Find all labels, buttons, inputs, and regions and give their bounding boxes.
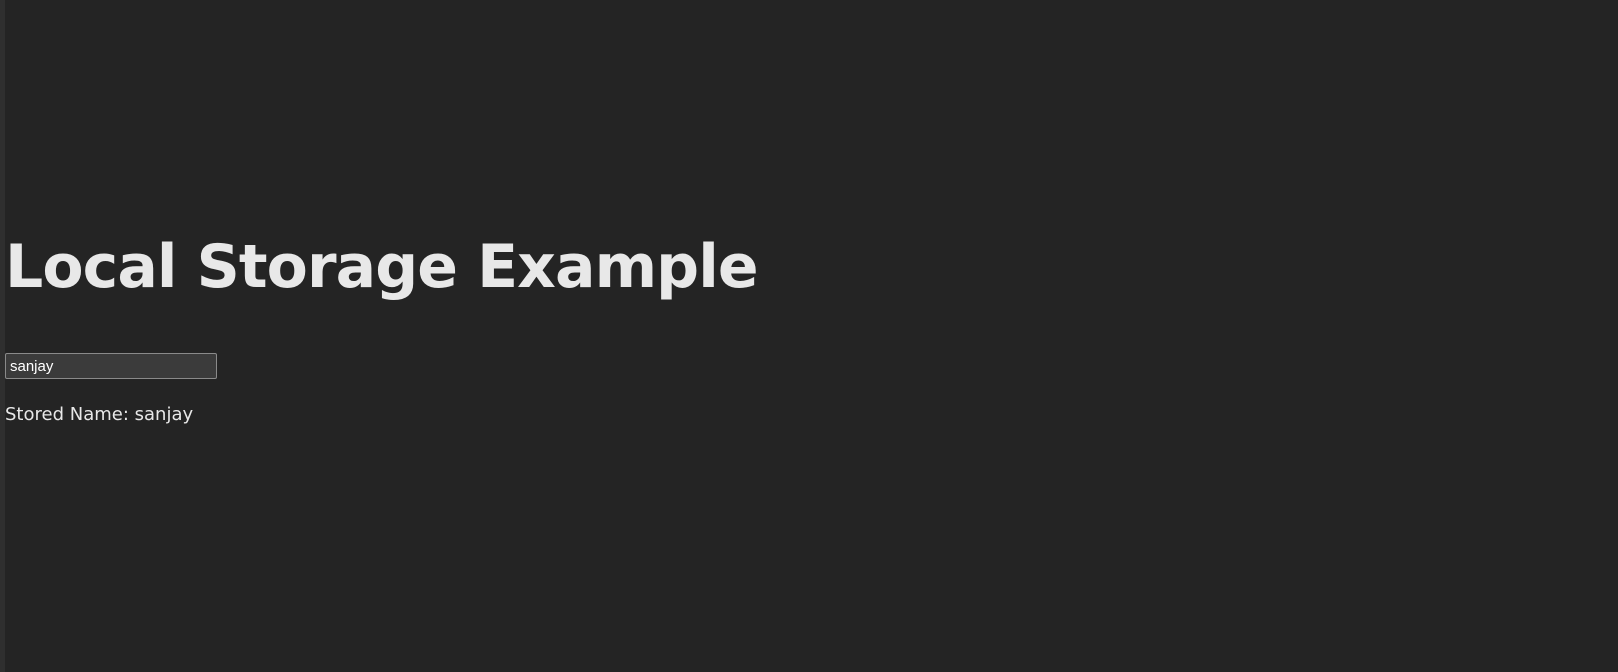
stored-name-value: sanjay: [134, 404, 194, 425]
stored-name-label: Stored Name:: [5, 404, 129, 425]
window-left-edge: [0, 0, 5, 672]
page-title: Local Storage Example: [5, 232, 759, 302]
name-input[interactable]: [5, 353, 217, 379]
stored-name-text: Stored Name: sanjay: [5, 402, 193, 428]
